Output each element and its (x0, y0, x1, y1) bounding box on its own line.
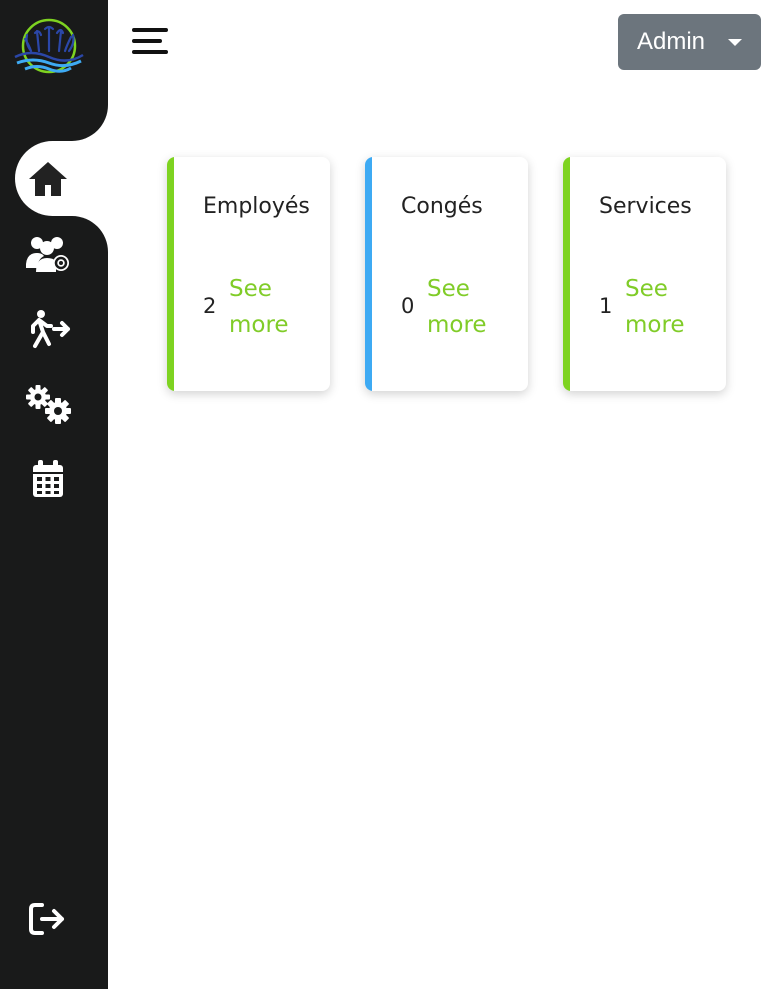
calendar-icon (24, 455, 72, 503)
see-more-link[interactable]: See more (625, 271, 715, 343)
sidebar-item-leaves[interactable] (0, 299, 108, 359)
card-count: 1 (599, 294, 613, 318)
sidebar-item-calendar[interactable] (0, 449, 108, 509)
user-menu-label: Admin (637, 28, 706, 55)
lake-logo[interactable] (13, 13, 85, 83)
hamburger-menu-icon (132, 28, 168, 32)
stat-card-employees: Employés 2 See more (167, 157, 330, 391)
stat-card-services: Services 1 See more (563, 157, 726, 391)
stat-card-leaves: Congés 0 See more (365, 157, 528, 391)
card-title: Employés (203, 194, 310, 219)
card-accent (365, 157, 372, 391)
sidebar-item-home[interactable] (0, 149, 108, 209)
home-icon (24, 155, 72, 203)
card-accent (563, 157, 570, 391)
person-walking-arrow-icon (24, 305, 72, 353)
users-gear-icon (24, 230, 72, 278)
card-title: Congés (401, 194, 483, 219)
gears-icon (24, 380, 72, 428)
card-count: 2 (203, 294, 217, 318)
active-tab-curve-top (58, 91, 108, 141)
logout-icon (24, 895, 72, 943)
sidebar-item-services[interactable] (0, 374, 108, 434)
card-title: Services (599, 194, 692, 219)
see-more-link[interactable]: See more (427, 271, 517, 343)
sidebar (0, 0, 108, 989)
user-menu-dropdown[interactable]: Admin (618, 14, 761, 70)
logout-button[interactable] (0, 889, 108, 949)
card-accent (167, 157, 174, 391)
chevron-down-icon (728, 39, 742, 46)
sidebar-item-employees[interactable] (0, 224, 108, 284)
see-more-link[interactable]: See more (229, 271, 319, 343)
hamburger-menu-button[interactable] (128, 22, 172, 62)
card-count: 0 (401, 294, 415, 318)
